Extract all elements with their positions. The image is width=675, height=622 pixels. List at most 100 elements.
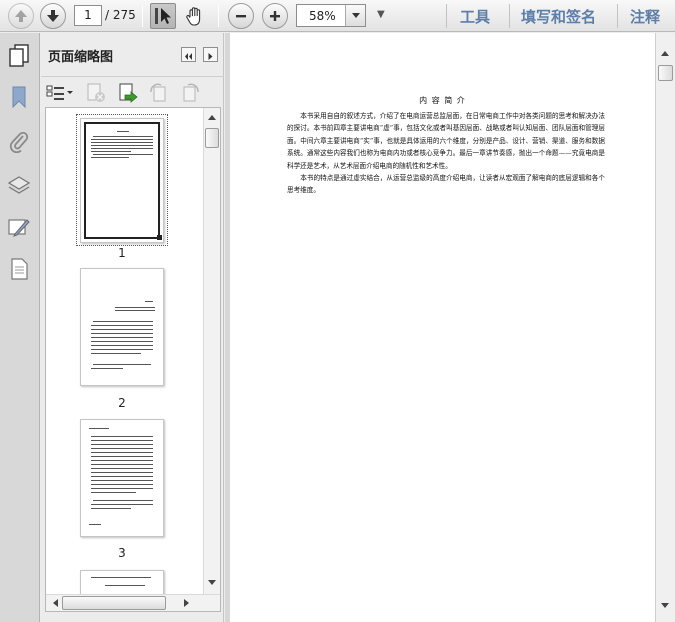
thumbnail-text-line [91, 333, 153, 334]
document-vertical-scrollbar[interactable] [655, 33, 675, 622]
thumbnails-panel: 页面缩略图 1 2 3 [41, 33, 224, 622]
thumbnail-text-line [145, 301, 153, 302]
scroll-down-icon[interactable] [661, 603, 669, 612]
thumbnail-toolbar [41, 79, 224, 107]
thumbnail-text-line [91, 480, 153, 481]
content-panel-button[interactable] [7, 257, 31, 281]
up-arrow-icon [15, 10, 27, 22]
thumbnail-text-line [91, 444, 153, 445]
page-thumbnail-1[interactable] [80, 118, 164, 243]
comment-link[interactable]: 注释 [630, 6, 660, 27]
tools-link[interactable]: 工具 [460, 6, 490, 27]
page-number-input[interactable]: 1 [74, 5, 102, 26]
thumbnail-text-line [89, 524, 101, 525]
zoom-in-icon [270, 11, 280, 21]
thumbnail-options-button[interactable] [46, 83, 74, 103]
paperclip-icon [9, 131, 29, 154]
thumbnail-text-line [91, 468, 153, 469]
thumbnail-text-line [91, 492, 136, 493]
thumbnail-text-line [91, 488, 153, 489]
previous-page-button[interactable] [8, 3, 34, 29]
thumbnail-text-line [91, 345, 153, 346]
select-tool-button[interactable] [150, 3, 176, 29]
pages-panel-button[interactable] [7, 43, 31, 67]
hand-tool-button[interactable] [182, 3, 208, 29]
thumbnail-text-line [91, 472, 153, 473]
thumbnail-text-line [91, 464, 153, 465]
thumbnail-text-line [91, 508, 131, 509]
document-body: 本书采用自自的叙述方式，介绍了在电商运营总监层面，在日常电商工作中对各类问题的思… [287, 110, 605, 197]
main-toolbar: 1 / 275 58% ▼ 工具 填写和签名 注释 [0, 0, 675, 32]
select-cursor-icon [155, 8, 171, 24]
document-paragraph: 本书采用自自的叙述方式，介绍了在电商运营总监层面，在日常电商工作中对各类问题的思… [287, 112, 605, 170]
page-thumbnail-3[interactable] [80, 419, 164, 537]
thumbnail-label: 2 [118, 396, 126, 410]
thumbnail-text-line [91, 456, 153, 457]
thumbnail-text-line [91, 368, 123, 369]
panel-options-button[interactable] [203, 47, 218, 62]
zoom-select[interactable]: 58% [296, 4, 366, 27]
thumbnail-text-line [91, 353, 141, 354]
thumbnail-text-line [91, 341, 153, 342]
collapse-panel-button[interactable] [181, 47, 196, 62]
thumbnail-corner-mark [157, 235, 162, 240]
down-arrow-icon [47, 10, 59, 22]
thumbnail-text-line [91, 325, 153, 326]
thumbnail-text-line [91, 139, 153, 140]
chevron-right-icon [208, 53, 213, 60]
thumbnail-text-line [93, 500, 153, 501]
thumbnail-text-line [115, 307, 155, 308]
toolbar-divider [617, 4, 618, 28]
rotate-left-icon [150, 83, 166, 102]
thumbnail-text-line [91, 329, 153, 330]
thumbnail-text-line [93, 136, 153, 137]
thumbnail-text-line [105, 585, 145, 586]
next-page-button[interactable] [40, 3, 66, 29]
thumbnail-label: 1 [118, 246, 126, 260]
bookmark-icon [12, 86, 26, 109]
page-thumbnail-2[interactable] [80, 268, 164, 386]
rotate-right-icon [183, 83, 199, 102]
chevron-down-icon[interactable] [345, 5, 365, 26]
thumbnail-vertical-scrollbar[interactable] [203, 108, 220, 595]
bookmarks-panel-button[interactable] [7, 85, 31, 109]
thumbnail-text-line [91, 142, 153, 143]
attachments-panel-button[interactable] [7, 129, 31, 154]
scroll-up-icon[interactable] [661, 47, 669, 56]
scroll-left-icon[interactable] [49, 599, 58, 607]
zoom-in-button[interactable] [262, 3, 288, 29]
thumbnail-text-line [91, 145, 153, 146]
fill-sign-link[interactable]: 填写和签名 [521, 6, 596, 27]
layers-panel-button[interactable] [7, 173, 31, 197]
zoom-out-icon [236, 15, 246, 18]
rotate-right-button[interactable] [179, 82, 201, 104]
scroll-up-icon[interactable] [208, 111, 216, 120]
signatures-panel-button[interactable] [7, 215, 31, 239]
zoom-out-button[interactable] [228, 3, 254, 29]
insert-page-button[interactable] [117, 82, 139, 104]
layers-icon [7, 176, 31, 194]
more-tools-button[interactable]: ▼ [377, 9, 385, 20]
hand-icon [186, 7, 201, 26]
thumbnail-text-line [91, 504, 153, 505]
thumbnail-horizontal-scrollbar[interactable] [46, 594, 220, 611]
scroll-down-icon[interactable] [208, 580, 216, 589]
panel-title: 页面缩略图 [48, 50, 114, 65]
thumbnail-text-line [117, 131, 129, 132]
toolbar-divider [509, 4, 510, 28]
double-chevron-left-icon [185, 53, 192, 60]
thumbnail-text-line [115, 310, 155, 311]
delete-page-button[interactable] [85, 82, 107, 104]
toolbar-divider [142, 5, 143, 27]
thumbnail-list[interactable]: 1 2 3 [45, 107, 221, 612]
thumbnail-text-line [91, 436, 153, 437]
thumbnail-text-line [91, 484, 153, 485]
scrollbar-thumb[interactable] [205, 128, 219, 148]
thumbnail-label: 3 [118, 546, 126, 560]
scrollbar-thumb[interactable] [658, 65, 673, 81]
scrollbar-thumb[interactable] [62, 596, 166, 610]
signature-icon [8, 219, 30, 237]
scroll-right-icon[interactable] [184, 599, 193, 607]
document-view[interactable]: 内 容 简 介 本书采用自自的叙述方式，介绍了在电商运营总监层面，在日常电商工作… [230, 33, 675, 622]
rotate-left-button[interactable] [148, 82, 170, 104]
